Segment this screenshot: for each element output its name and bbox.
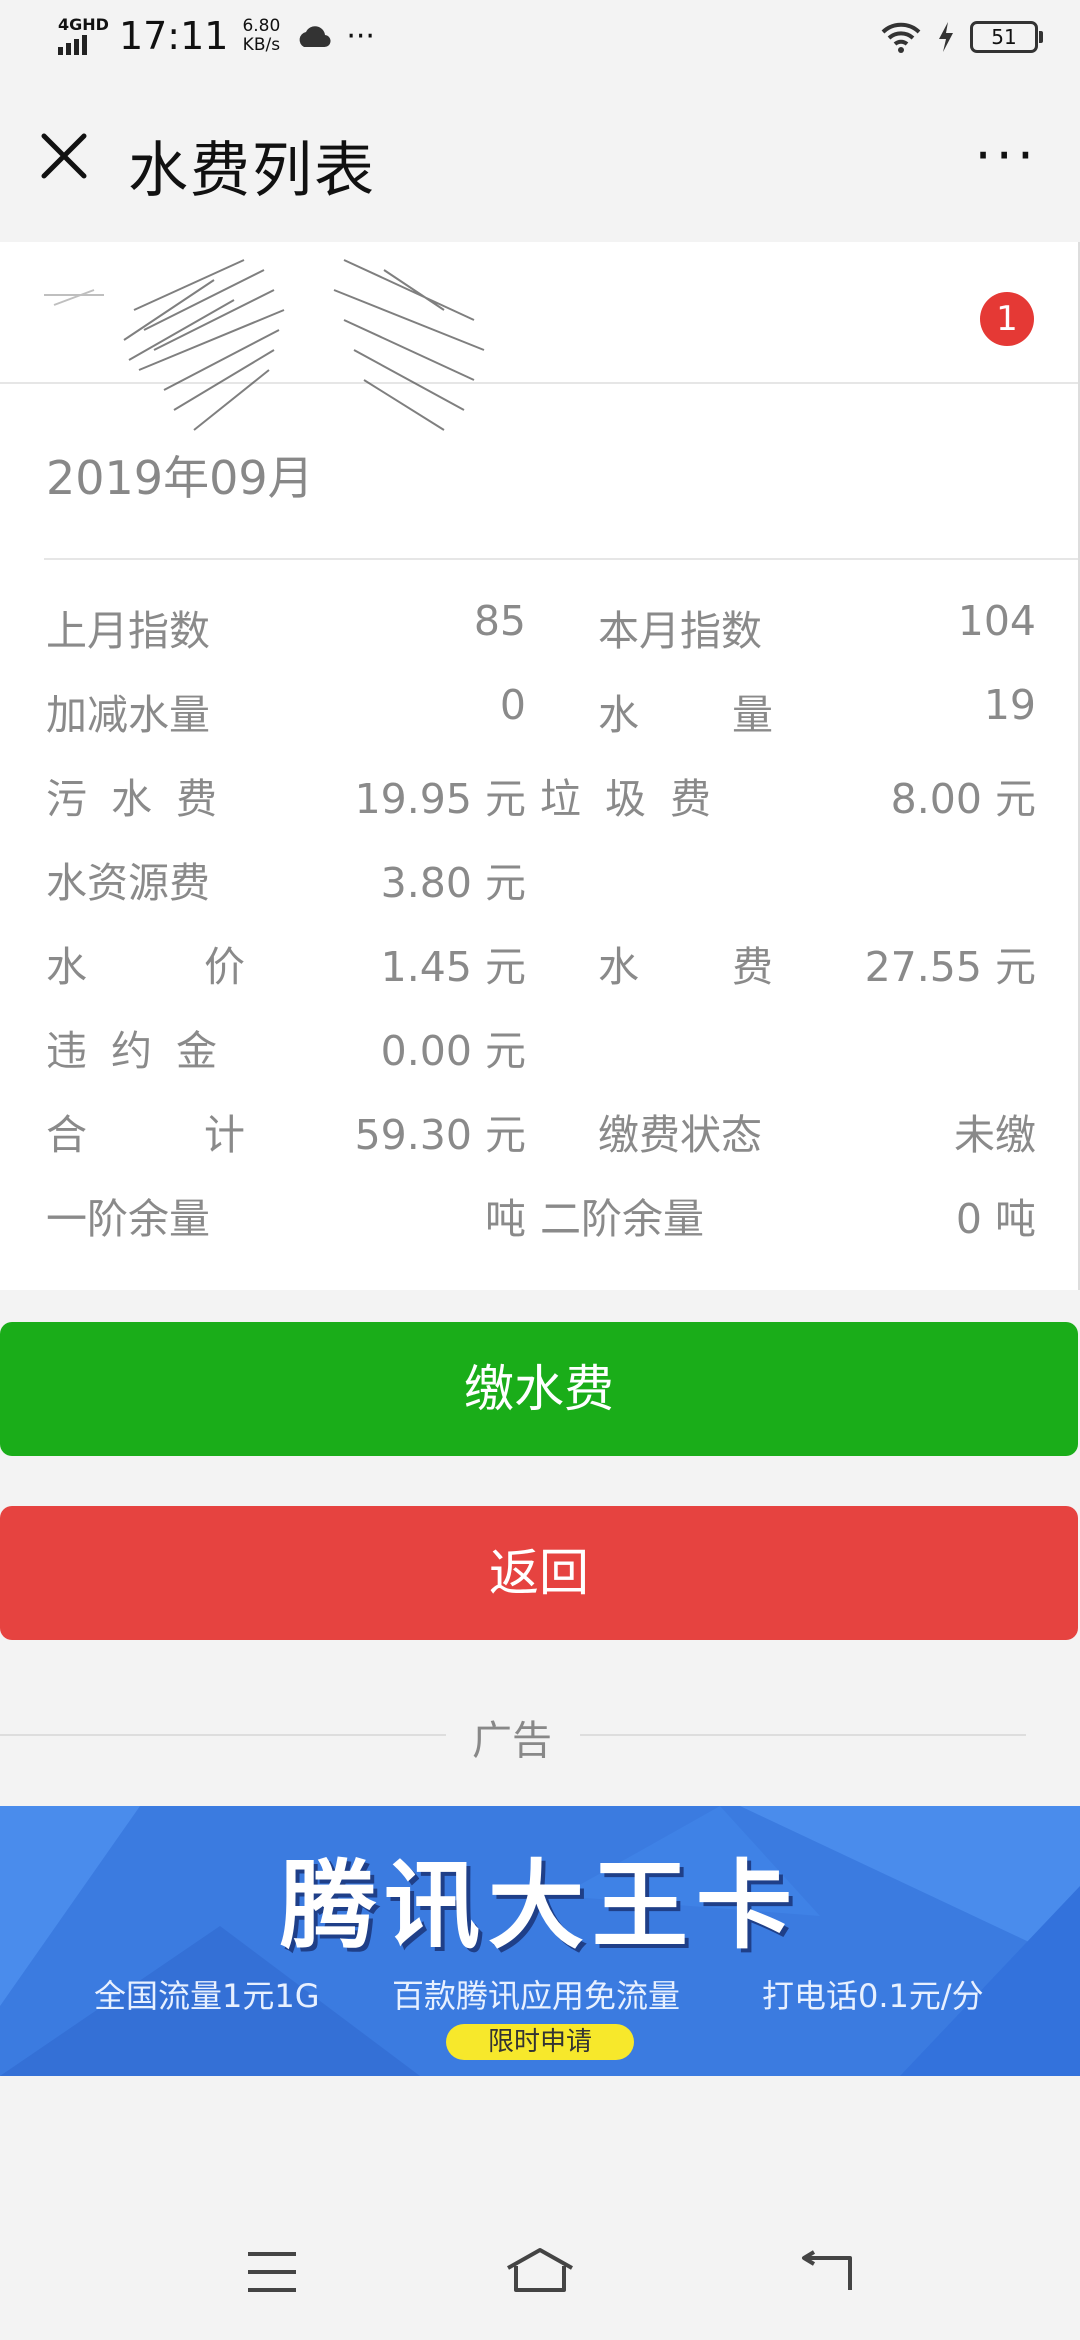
water-price-label: 水 价 [46, 943, 283, 991]
volume-value: 19 [983, 681, 1036, 729]
status-bar: 4GHD 17:11 6.80 KB/s ··· 51 [0, 0, 1080, 84]
bill-details: 上月指数 85 本月指数 104 加减水量 0 水 量 19 污水费 19.95… [46, 597, 1036, 1269]
close-icon[interactable] [36, 128, 92, 184]
payment-status-label: 缴费状态 [598, 1111, 762, 1159]
prev-reading-label: 上月指数 [46, 607, 210, 655]
curr-reading-value: 104 [957, 597, 1036, 645]
page-title: 水费列表 [128, 136, 376, 206]
system-nav-bar [0, 2210, 1080, 2340]
garbage-fee-label: 垃圾费 [540, 775, 735, 823]
speed-unit: KB/s [242, 35, 281, 55]
ad-feature-2: 百款腾讯应用免流量 [392, 1977, 681, 2015]
cloud-icon [299, 26, 331, 48]
network-indicator: 4GHD [58, 17, 109, 55]
unread-badge: 1 [980, 292, 1034, 346]
tier2-remaining-label: 二阶余量 [540, 1195, 704, 1243]
prev-reading-value: 85 [473, 597, 526, 645]
detail-row: 合 计 59.30 元 缴费状态 未缴 [46, 1101, 1036, 1185]
detail-row: 一阶余量 吨 二阶余量 0 吨 [46, 1185, 1036, 1269]
volume-label: 水 量 [598, 691, 799, 739]
ad-label: 广告 [0, 1708, 1030, 1764]
ad-title: 腾讯大王卡 [280, 1850, 800, 1962]
detail-row: 违约金 0.00 元 [46, 1017, 1036, 1101]
ad-label-text: 广告 [472, 1718, 552, 1764]
speed-value: 6.80 [242, 16, 281, 36]
ad-feature-1: 全国流量1元1G [94, 1977, 320, 2015]
ad-feature-3: 打电话0.1元/分 [762, 1977, 984, 2015]
back-icon[interactable] [796, 2250, 856, 2294]
divider [580, 1734, 1026, 1736]
water-resource-fee-label: 水资源费 [46, 859, 210, 907]
sewage-fee-value: 19.95 元 [354, 775, 526, 823]
charging-icon [939, 22, 953, 52]
more-icon[interactable]: ··· [975, 129, 1039, 183]
detail-row: 加减水量 0 水 量 19 [46, 681, 1036, 765]
total-value: 59.30 元 [354, 1111, 526, 1159]
home-icon[interactable] [504, 2246, 576, 2296]
curr-reading-label: 本月指数 [598, 607, 762, 655]
detail-row: 水 价 1.45 元 水 费 27.55 元 [46, 933, 1036, 1017]
detail-row: 污水费 19.95 元 垃圾费 8.00 元 [46, 765, 1036, 849]
detail-row: 上月指数 85 本月指数 104 [46, 597, 1036, 681]
water-fee-value: 27.55 元 [864, 943, 1036, 991]
back-button[interactable]: 返回 [0, 1506, 1078, 1640]
water-fee-label: 水 费 [598, 943, 799, 991]
redacted-scribble [44, 259, 485, 431]
title-bar: 水费列表 ··· [0, 84, 1080, 242]
penalty-label: 违约金 [46, 1027, 241, 1075]
adjust-volume-value: 0 [499, 681, 526, 729]
menu-icon[interactable] [244, 2250, 300, 2294]
tier2-remaining-value: 0 吨 [955, 1195, 1036, 1243]
ad-banner[interactable]: 腾讯大王卡 全国流量1元1G 百款腾讯应用免流量 打电话0.1元/分 限时申请 [0, 1806, 1080, 2076]
payment-status-value: 未缴 [954, 1111, 1036, 1159]
divider [0, 1734, 446, 1736]
network-speed: 6.80 KB/s [242, 17, 280, 55]
divider [44, 558, 1078, 560]
water-resource-fee-value: 3.80 元 [380, 859, 526, 907]
adjust-volume-label: 加减水量 [46, 691, 210, 739]
water-price-value: 1.45 元 [380, 943, 526, 991]
total-label: 合 计 [46, 1111, 283, 1159]
network-type: 4GHD [58, 15, 109, 34]
signal-icon [58, 33, 109, 55]
wifi-icon [881, 22, 921, 53]
tier1-remaining-label: 一阶余量 [46, 1195, 210, 1243]
battery-icon: 51 [970, 21, 1043, 53]
more-notifications-icon: ··· [346, 18, 375, 54]
sewage-fee-label: 污水费 [46, 775, 241, 823]
pay-water-fee-button[interactable]: 缴水费 [0, 1322, 1078, 1456]
garbage-fee-value: 8.00 元 [890, 775, 1036, 823]
detail-row: 水资源费 3.80 元 [46, 849, 1036, 933]
tier1-remaining-value: 吨 [485, 1195, 526, 1243]
penalty-value: 0.00 元 [380, 1027, 526, 1075]
ad-apply-button[interactable]: 限时申请 [446, 2024, 634, 2060]
bill-card: 1 2019年09月 上月指数 85 本月指数 104 加减水量 0 水 量 1… [0, 242, 1080, 1290]
bill-month: 2019年09月 [46, 451, 314, 505]
clock: 17:11 [118, 14, 229, 58]
